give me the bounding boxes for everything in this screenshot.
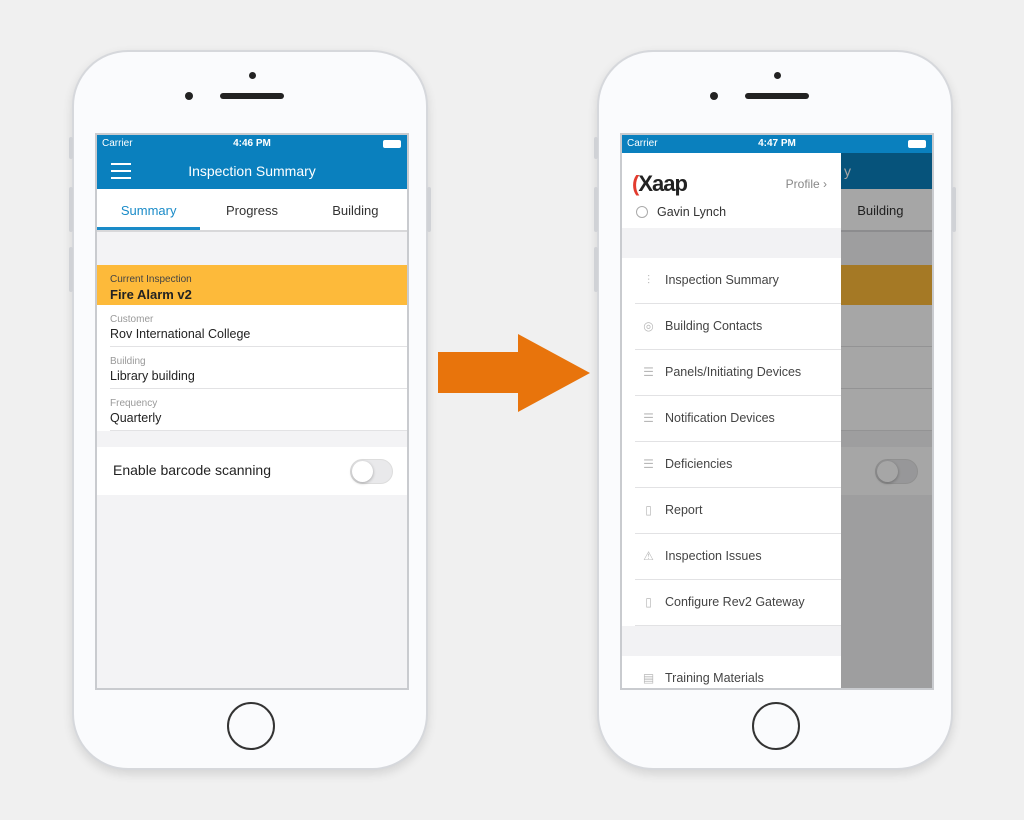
menu-item-building-contacts[interactable]: ◎ Building Contacts [622, 304, 841, 350]
right-phone: Carrier 4:47 PM y Building (Xaap Profile… [594, 50, 956, 770]
sensor [249, 72, 256, 79]
menu-item-inspection-summary[interactable]: ⫶ Inspection Summary [622, 258, 841, 304]
home-button[interactable] [227, 702, 275, 750]
status-bar: Carrier 4:47 PM [622, 135, 932, 153]
tab-progress[interactable]: Progress [200, 189, 303, 230]
user-name: Gavin Lynch [636, 205, 726, 219]
sliders-icon: ⫶ [646, 273, 650, 287]
home-button[interactable] [752, 702, 800, 750]
barcode-label: Enable barcode scanning [113, 462, 272, 478]
camera [710, 92, 718, 100]
tab-bar: Summary Progress Building [97, 189, 407, 232]
tab-summary[interactable]: Summary [97, 189, 201, 230]
building-row: Building Library building [97, 347, 407, 389]
arrow-icon [438, 334, 590, 412]
customer-row: Customer Rov International College [97, 305, 407, 347]
nav-bar: Inspection Summary [97, 153, 407, 189]
row-label: Frequency [110, 398, 158, 409]
menu-item-training-materials[interactable]: ▤ Training Materials [622, 656, 841, 688]
menu-item-panels[interactable]: ☰ Panels/Initiating Devices [622, 350, 841, 396]
profile-link[interactable]: Profile › [786, 177, 827, 191]
book-icon: ▤ [642, 671, 655, 685]
clock: 4:47 PM [758, 138, 796, 149]
checklist-icon: ☰ [643, 365, 654, 379]
battery-icon [908, 140, 926, 148]
sensor [774, 72, 781, 79]
frequency-row: Frequency Quarterly [97, 389, 407, 431]
row-value: Library building [110, 369, 195, 383]
screen: Carrier 4:47 PM y Building (Xaap Profile… [620, 133, 934, 690]
row-value: Quarterly [110, 411, 162, 425]
clock: 4:46 PM [233, 138, 271, 149]
checklist-icon: ☰ [643, 411, 654, 425]
camera [185, 92, 193, 100]
row-label: Building [110, 356, 146, 367]
warning-icon: ⚠ [643, 549, 654, 563]
menu-item-configure-gateway[interactable]: ▯ Configure Rev2 Gateway [622, 580, 841, 626]
current-inspection-row[interactable]: Current Inspection Fire Alarm v2 [97, 265, 407, 305]
row-label: Customer [110, 314, 154, 325]
contacts-icon: ◎ [643, 319, 654, 333]
menu-item-notification-devices[interactable]: ☰ Notification Devices [622, 396, 841, 442]
drawer-header: (Xaap Profile › Gavin Lynch [622, 153, 841, 228]
checklist-icon: ☰ [643, 457, 654, 471]
row-label: Current Inspection [110, 274, 192, 285]
tab-building[interactable]: Building [304, 189, 407, 230]
xaap-logo: (Xaap [632, 171, 688, 196]
speaker [745, 93, 809, 99]
side-drawer: (Xaap Profile › Gavin Lynch ⫶ Inspection … [622, 153, 841, 688]
battery-icon [383, 140, 401, 148]
barcode-row: Enable barcode scanning [97, 447, 407, 495]
row-value: Fire Alarm v2 [110, 287, 192, 302]
row-value: Rov International College [110, 327, 251, 341]
barcode-toggle[interactable] [350, 459, 393, 484]
user-icon [636, 206, 648, 218]
status-bar: Carrier 4:46 PM [97, 135, 407, 153]
tablet-icon: ▯ [645, 595, 652, 609]
menu-item-deficiencies[interactable]: ☰ Deficiencies [622, 442, 841, 488]
page-title: Inspection Summary [188, 163, 316, 179]
menu-item-report[interactable]: ▯ Report [622, 488, 841, 534]
menu-item-inspection-issues[interactable]: ⚠ Inspection Issues [622, 534, 841, 580]
left-phone: Carrier 4:46 PM Inspection Summary Summa… [69, 50, 431, 770]
speaker [220, 93, 284, 99]
chevron-right-icon: › [823, 177, 827, 191]
screen: Carrier 4:46 PM Inspection Summary Summa… [95, 133, 409, 690]
bar-chart-icon: ▯ [645, 503, 652, 517]
